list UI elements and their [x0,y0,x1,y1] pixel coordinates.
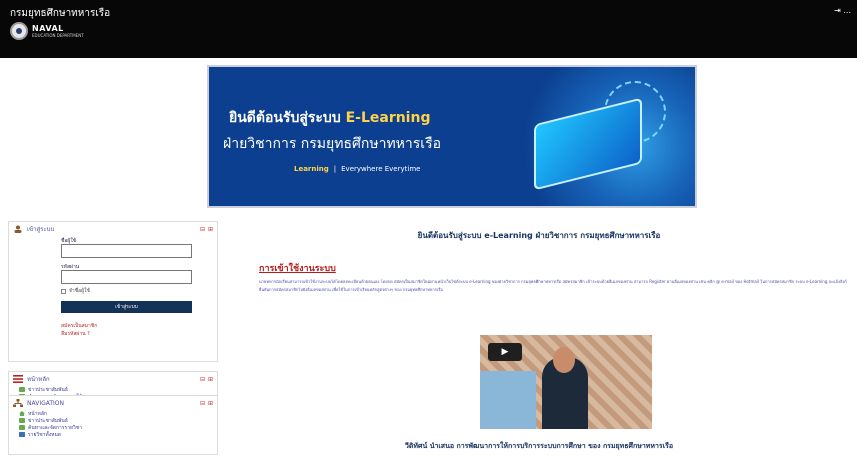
main-menu-title: หน้าหลัก [27,376,50,383]
site-logo[interactable]: NAVAL EDUCATION DEPARTMENT [10,22,84,40]
usage-title-link[interactable]: การเข้าใช้งานระบบ [259,261,336,275]
video-screen-backdrop [480,371,536,429]
banner-tag-learning: Learning [294,165,329,173]
forum-icon [19,418,25,423]
banner-tag-divider: | [333,165,337,173]
user-icon [14,225,22,233]
top-navbar: กรมยุทธศึกษาทหารเรือ ⇥ ... NAVAL EDUCATI… [0,0,857,58]
signup-link[interactable]: สมัครเป็นสมาชิก [61,322,97,330]
home-icon [19,411,25,416]
video-speaker-face [553,347,575,373]
block-dock-icon[interactable]: ⊞ [208,400,213,407]
navigation-block: NAVIGATION ⊟ ⊞ หน้าหลัก ข่าวประชาสัมพันธ… [8,395,218,455]
banner-heading: ยินดีต้อนรับสู่ระบบ E-Learning [229,107,430,129]
username-input[interactable] [61,244,192,258]
block-hide-icon[interactable]: ⊟ [200,226,205,233]
folder-icon [19,432,25,437]
remember-label: จำชื่อผู้ใช้ [69,288,90,294]
main-menu-header: หน้าหลัก ⊟ ⊞ [9,372,217,386]
menu-icon [13,375,23,383]
block-dock-icon[interactable]: ⊞ [208,376,213,383]
login-button[interactable]: เข้าสู่ระบบ [61,301,192,313]
play-icon[interactable]: ▶ [488,343,522,361]
welcome-banner: ยินดีต้อนรับสู่ระบบ E-Learning ฝ่ายวิชาก… [207,65,697,208]
banner-tagline: Learning | Everywhere Everytime [294,165,420,173]
logo-sub-text: EDUCATION DEPARTMENT [32,33,84,38]
remember-username[interactable]: จำชื่อผู้ใช้ [61,287,90,295]
login-block-title: เข้าสู่ระบบ [27,226,55,233]
login-block: เข้าสู่ระบบ ⊟ ⊞ ชื่อผู้ใช้ รหัสผ่าน จำชื… [8,221,218,362]
banner-subheading: ฝ่ายวิชาการ กรมยุทธศึกษาทหารเรือ [223,136,442,152]
login-block-header: เข้าสู่ระบบ ⊟ ⊞ [9,222,217,236]
welcome-heading: ยินดีต้อนรับสู่ระบบ e-Learning ฝ่ายวิชาก… [417,231,661,240]
intro-video[interactable]: ▶ [480,335,652,429]
login-link[interactable]: ⇥ ... [834,6,851,15]
forum-icon [19,387,25,392]
usage-instructions: นายทหารนักเรียนสามารถเข้าใช้งานระบบได้โด… [259,279,847,292]
sitemap-icon [13,399,23,407]
banner-heading-prefix: ยินดีต้อนรับสู่ระบบ [229,110,346,126]
nav-item-label: รายวิชาทั้งหมด [28,431,62,438]
navigation-header: NAVIGATION ⊟ ⊞ [9,396,217,410]
logo-main-text: NAVAL [32,24,64,33]
forgot-password-link[interactable]: ลืมรหัสผ่าน ? [61,330,97,338]
banner-heading-highlight: E-Learning [345,110,431,126]
forum-icon [19,425,25,430]
block-dock-icon[interactable]: ⊞ [208,226,213,233]
block-hide-icon[interactable]: ⊟ [200,376,205,383]
banner-tag-everywhere: Everywhere Everytime [341,165,421,173]
login-links: สมัครเป็นสมาชิก ลืมรหัสผ่าน ? [61,322,97,338]
block-hide-icon[interactable]: ⊟ [200,400,205,407]
navigation-title: NAVIGATION [27,399,65,407]
video-caption: วีดิทัศน์ นำเสนอ การพัฒนาการให้การบริการ… [404,442,674,450]
site-title[interactable]: กรมยุทธศึกษาทหารเรือ [10,6,110,21]
nav-item-all-courses[interactable]: รายวิชาทั้งหมด [9,431,217,438]
password-input[interactable] [61,270,192,284]
naval-seal-icon [10,22,28,40]
remember-checkbox[interactable] [61,288,66,294]
